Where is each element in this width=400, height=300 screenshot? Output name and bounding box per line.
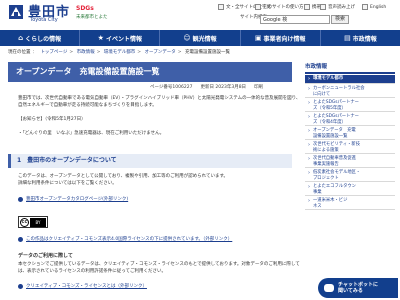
nav-item-business[interactable]: ▣ 事業者向け情報 bbox=[241, 30, 321, 46]
notice-label: 【お知らせ】（令和5年1月27日） bbox=[18, 117, 86, 122]
chevron-right-icon: › bbox=[308, 142, 310, 148]
usage-line-2: は、表示されているライセンスの利用許諾条件に従ってご利用ください。 bbox=[18, 269, 167, 274]
cc-by-icon: BY bbox=[30, 217, 46, 227]
usage-heading: データのご利用に際して bbox=[18, 253, 73, 259]
page: 豊田市 Toyota City SDGs 未来都市とよた 文・全サイトの文字化 … bbox=[0, 0, 400, 300]
page-title: オープンデータ 充電設備設置施設一覧 bbox=[8, 62, 292, 82]
updated-date: 更新日 2023年3月8日 bbox=[200, 85, 247, 90]
license-link[interactable]: この作品はクリエイティブ・コモンズ表示4.0国際ライセンスの下に提供されています… bbox=[18, 236, 232, 242]
chevron-right-icon: › bbox=[308, 184, 310, 190]
building-icon: ▣ bbox=[254, 34, 262, 42]
nav-item-living[interactable]: ⌂ くらしの情報 bbox=[0, 30, 81, 46]
sidebar-item-carbon-neutral[interactable]: › カーボンニュートラル社会 に向けて bbox=[305, 84, 395, 98]
sidebar-item-ev-promotion[interactable]: › 次世代自動車普及促進 事業実施報告 bbox=[305, 154, 395, 168]
square-icon bbox=[304, 4, 310, 10]
breadcrumb-current: 充電設備設置施設一覧 bbox=[184, 50, 230, 55]
chat-bubble-icon bbox=[324, 284, 334, 292]
bullet-icon bbox=[18, 236, 23, 242]
sidebar-item-opendata-charging[interactable]: › オープンデータ 充電 設備設置施設一覧 bbox=[305, 126, 395, 140]
intro-line-1: 豊田市では、次世代自動車である電気自動車（EV）・プラグインハイブリッド車（PH… bbox=[18, 96, 301, 101]
global-nav: ⌂ くらしの情報 ★ イベント情報 ☺ 観光情報 ▣ 事業者向け情報 ▤ 市政情報 bbox=[0, 30, 400, 46]
util-link-howto[interactable]: このサイトの使い方 bbox=[255, 4, 304, 10]
nav-item-city-info[interactable]: ▤ 市政情報 bbox=[321, 30, 400, 46]
section-line-1: このデータは、オープンデータとして公開しており、複製や引用、加工等のご利用が認め… bbox=[18, 174, 229, 179]
chevron-right-icon: › bbox=[308, 114, 310, 120]
sidebar-item-mobility[interactable]: › 次世代モビリティ・新技 術による施策 bbox=[305, 140, 395, 154]
chevron-right-icon: › bbox=[308, 86, 310, 92]
cc-license-badge[interactable]: cc BY bbox=[18, 216, 48, 228]
print-button[interactable]: 印刷 bbox=[254, 84, 263, 90]
city-icon: ▤ bbox=[344, 34, 351, 42]
bullet-icon bbox=[18, 196, 23, 202]
breadcrumb-link-city[interactable]: 市政情報 bbox=[77, 50, 95, 55]
chevron-right-icon: › bbox=[308, 100, 310, 106]
site-header: 豊田市 Toyota City SDGs 未来都市とよた 文・全サイトの文字化 … bbox=[0, 0, 400, 30]
cc-about-link[interactable]: クリエイティブ・コモンズ・ライセンスとは（外部リンク） bbox=[18, 283, 147, 289]
search-input[interactable] bbox=[260, 15, 330, 24]
page-meta: ページ番号1006227 更新日 2023年3月8日 印刷 bbox=[150, 84, 263, 90]
chevron-right-icon: › bbox=[308, 156, 310, 162]
nav-item-events[interactable]: ★ イベント情報 bbox=[80, 30, 161, 46]
chevron-right-icon: › bbox=[308, 170, 310, 176]
util-link-english[interactable]: English bbox=[362, 4, 386, 10]
sidebar-list: › 環境モデル都市 › カーボンニュートラル社会 に向けて › とよたSDGsパートナー… bbox=[305, 75, 395, 210]
breadcrumb-current-label: 現在の位置 bbox=[8, 50, 31, 55]
section-heading: 1 豊田市のオープンデータについて bbox=[8, 154, 292, 168]
search-button[interactable]: 検索 bbox=[331, 15, 349, 24]
intro-line-2: 自然エネルギーで自動車が走る持続可能なまちづくりを目指します。 bbox=[18, 103, 157, 108]
section-line-2: 詳細な利用条件については以下をご覧ください。 bbox=[18, 181, 117, 186]
nav-item-tourism[interactable]: ☺ 観光情報 bbox=[160, 30, 241, 46]
sidebar-title: 市政情報 bbox=[305, 62, 395, 74]
sdgs-banner[interactable]: SDGs 未来都市とよた bbox=[76, 5, 126, 25]
sidebar-item-sdgs-r4[interactable]: › とよたSDGsパートナー ズ（令和4年度） bbox=[305, 112, 395, 126]
sidebar-item-sdgs-r5[interactable]: › とよたSDGsパートナー ズ（令和5年度） bbox=[305, 98, 395, 112]
util-link-speech[interactable]: 音声読み上げ bbox=[320, 4, 355, 10]
catalog-link[interactable]: 豊田市オープンデータカタログページ(外部リンク) bbox=[18, 196, 128, 202]
square-icon bbox=[218, 4, 224, 10]
notice-item: ・「どんぐりの里 いなぶ」急速充電器は、現在ご利用いただけません。 bbox=[18, 131, 165, 136]
chevron-right-icon: › bbox=[308, 128, 310, 134]
sidebar-item-business[interactable]: › 一道米米木・ビジ ネス bbox=[305, 196, 395, 210]
bullet-icon bbox=[18, 283, 23, 289]
sdgs-sub-label: 未来都市とよた bbox=[76, 15, 108, 20]
sidebar-item-env-model[interactable]: › 環境モデル都市 bbox=[305, 75, 395, 84]
page-id: ページ番号1006227 bbox=[150, 85, 193, 90]
chevron-right-icon: › bbox=[308, 198, 310, 204]
usage-line-1: 本セクションでご提供しているデータは、クリエイティブ・コモンズ・ライセンスのもと… bbox=[18, 262, 300, 267]
square-icon bbox=[320, 4, 326, 10]
sdgs-label: SDGs bbox=[76, 5, 94, 12]
site-logo-romaji: Toyota City bbox=[30, 17, 58, 23]
chatbot-button[interactable]: チャットボットに 聞いてみる bbox=[318, 278, 398, 298]
util-link-mobile[interactable]: 携帯 bbox=[304, 4, 321, 10]
breadcrumb-link-opendata[interactable]: オープンデータ bbox=[145, 50, 176, 55]
city-seal-icon[interactable] bbox=[8, 4, 24, 20]
cc-icon: cc bbox=[20, 217, 29, 227]
sidebar-item-ecoful-town[interactable]: › とよたエコフルタウン 事業 bbox=[305, 182, 395, 196]
square-icon bbox=[255, 4, 261, 10]
breadcrumb: 現在の位置： トップページ > 市政情報 > 環境モデル都市 > オープンデータ > 充… bbox=[8, 50, 230, 55]
chevron-right-icon: › bbox=[308, 76, 311, 82]
home-icon: ⌂ bbox=[18, 34, 24, 42]
square-icon bbox=[362, 4, 368, 10]
star-icon: ★ bbox=[97, 34, 104, 42]
breadcrumb-link-env[interactable]: 環境モデル都市 bbox=[104, 50, 136, 55]
chatbot-label: チャットボットに 聞いてみる bbox=[338, 282, 378, 294]
breadcrumb-link-top[interactable]: トップページ bbox=[40, 50, 67, 55]
people-icon: ☺ bbox=[183, 34, 191, 42]
sidebar-item-low-carbon[interactable]: › 低炭素社会モデル地区・ プロジェクト bbox=[305, 168, 395, 182]
